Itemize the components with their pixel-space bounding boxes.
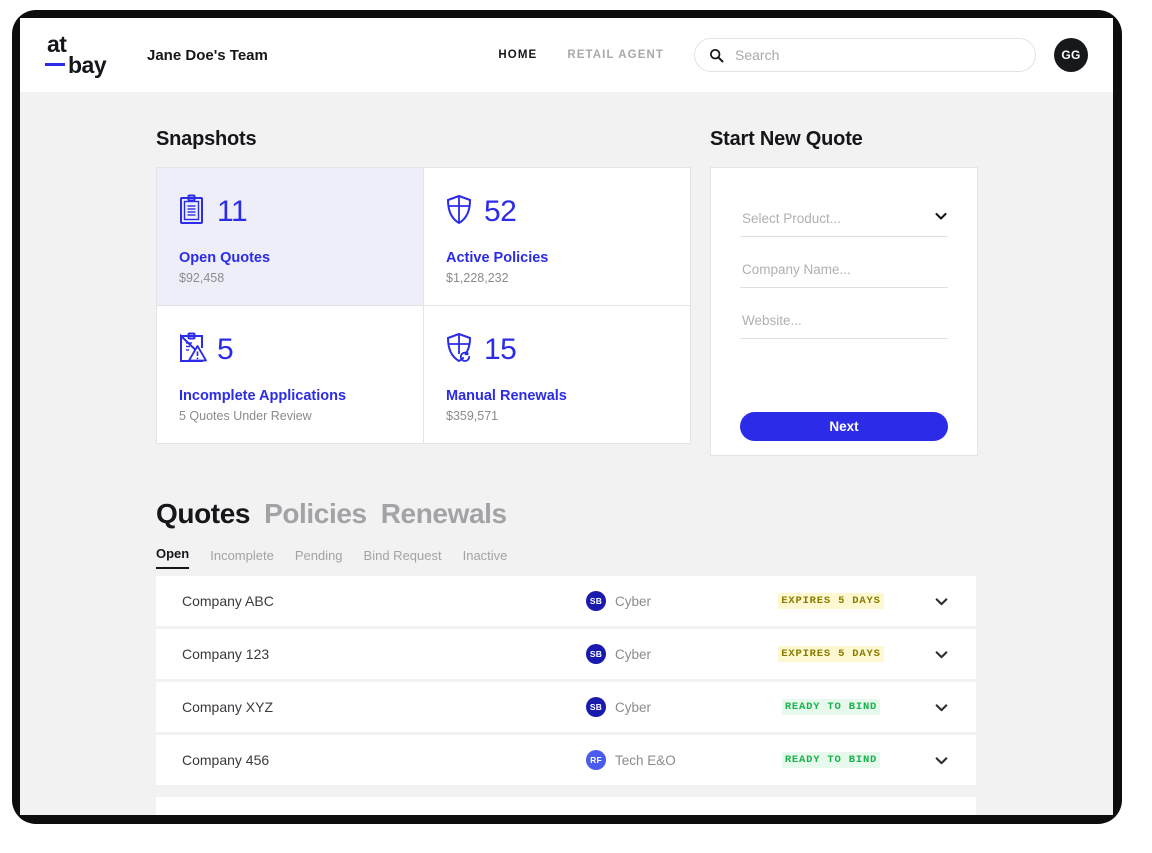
status-badge: READY TO BIND [756,699,906,715]
logo-underline [45,62,65,66]
snapshots-title: Snapshots [156,128,257,150]
snapshot-label: Incomplete Applications [179,388,347,404]
row-company-name: Company XYZ [182,699,274,715]
new-quote-title: Start New Quote [710,128,863,150]
tab-policies[interactable]: Policies [264,498,367,530]
page-content: Snapshots 11 Open Quotes $92,458 52 Acti… [20,92,1113,815]
status-badge-text: EXPIRES 5 DAYS [778,593,884,609]
row-product-name: Cyber [615,646,652,662]
subtab-open[interactable]: Open [156,546,190,569]
atbay-logo[interactable]: at bay [45,33,111,77]
shield-refresh-icon [446,332,475,369]
top-navigation-bar: at bay Jane Doe's Team HOME RETAIL AGENT… [20,18,1113,92]
app-viewport: at bay Jane Doe's Team HOME RETAIL AGENT… [20,18,1113,815]
quote-detail-panel: GG Cyber PREMIUM AG. LIMIT RETENTION [156,797,976,815]
subtab-incomplete[interactable]: Incomplete [210,548,274,569]
table-row[interactable]: Company 456 RF Tech E&O READY TO BIND [156,735,976,785]
company-name-field[interactable] [740,261,952,288]
row-expand-button[interactable] [906,647,976,662]
status-badge: EXPIRES 5 DAYS [756,646,906,662]
snapshot-card-incomplete-applications[interactable]: 5 Incomplete Applications 5 Quotes Under… [157,306,423,443]
row-company-name: Company 123 [182,646,270,662]
subtab-pending[interactable]: Pending [295,548,343,569]
snapshots-section: Snapshots 11 Open Quotes $92,458 52 Acti… [156,128,691,456]
product-select-input[interactable] [740,210,952,227]
nav-links: HOME RETAIL AGENT [498,49,664,61]
subtab-bind-request[interactable]: Bind Request [364,548,442,569]
row-avatar: SB [586,697,606,717]
row-company-name: Company 456 [182,752,270,768]
row-product: SB Cyber [586,697,756,717]
snapshot-label: Open Quotes [179,250,271,266]
product-select-field[interactable] [740,209,952,237]
row-product: SB Cyber [586,591,756,611]
team-name: Jane Doe's Team [147,46,268,64]
upper-section: Snapshots 11 Open Quotes $92,458 52 Acti… [20,92,1113,456]
snapshot-card-manual-renewals[interactable]: 15 Manual Renewals $359,571 [424,306,690,443]
chevron-down-icon [935,650,947,658]
chevron-down-icon [935,597,947,605]
snapshot-grid: 11 Open Quotes $92,458 52 Active Policie… [156,167,691,444]
row-product: SB Cyber [586,644,756,664]
table-row[interactable]: Company XYZ SB Cyber READY TO BIND [156,682,976,732]
snapshot-count: 11 [217,195,248,228]
snapshot-subtext: 5 Quotes Under Review [179,409,312,423]
logo-text-bay: bay [68,52,107,78]
quote-rows: Company ABC SB Cyber EXPIRES 5 DAYS Comp… [156,576,976,815]
tab-quotes[interactable]: Quotes [156,498,250,530]
company-name-input[interactable] [740,261,952,278]
snapshot-subtext: $92,458 [179,271,225,285]
row-expand-button[interactable] [906,753,976,768]
snapshot-card-open-quotes[interactable]: 11 Open Quotes $92,458 [157,168,423,305]
shield-icon [446,194,475,231]
main-tabs: Quotes Policies Renewals [156,498,1113,530]
next-button[interactable]: Next [740,412,948,441]
row-product-name: Cyber [615,593,652,609]
search-box[interactable] [694,38,1036,72]
snapshot-label: Manual Renewals [446,388,567,404]
row-expand-button[interactable] [906,594,976,609]
table-row[interactable]: Company 123 SB Cyber EXPIRES 5 DAYS [156,629,976,679]
status-badge: READY TO BIND [756,752,906,768]
row-product-name: Tech E&O [615,752,676,768]
row-product: RF Tech E&O [586,750,756,770]
status-badge-text: EXPIRES 5 DAYS [778,646,884,662]
snapshot-subtext: $359,571 [446,409,499,423]
chevron-down-icon [935,703,947,711]
new-quote-section: Start New Quote Select Product... Compan… [710,128,978,456]
search-input[interactable] [733,46,1007,64]
website-field[interactable] [740,312,952,339]
nav-item-home[interactable]: HOME [498,49,537,61]
row-product-name: Cyber [615,699,652,715]
status-badge: EXPIRES 5 DAYS [756,593,906,609]
row-avatar: SB [586,591,606,611]
chevron-down-icon [935,756,947,764]
row-avatar: SB [586,644,606,664]
snapshot-card-active-policies[interactable]: 52 Active Policies $1,228,232 [424,168,690,305]
new-quote-panel: Next [710,167,978,456]
tab-renewals[interactable]: Renewals [381,498,507,530]
chevron-down-icon[interactable] [934,209,948,228]
website-input[interactable] [740,312,952,329]
search-icon [709,48,724,63]
snapshot-label: Active Policies [446,250,549,266]
sub-tabs: Open Incomplete Pending Bind Request Ina… [156,546,1113,569]
user-avatar[interactable]: GG [1054,38,1088,72]
row-avatar: RF [586,750,606,770]
status-badge-text: READY TO BIND [781,752,881,768]
snapshot-count: 52 [484,195,517,228]
nav-item-retail-agent[interactable]: RETAIL AGENT [567,49,664,61]
row-expand-button[interactable] [906,700,976,715]
status-badge-text: READY TO BIND [781,699,881,715]
subtab-inactive[interactable]: Inactive [463,548,508,569]
row-company-name: Company ABC [182,593,274,609]
snapshot-count: 15 [484,333,517,366]
clipboard-icon [179,194,208,231]
table-row[interactable]: Company ABC SB Cyber EXPIRES 5 DAYS [156,576,976,626]
snapshot-count: 5 [217,333,234,366]
snapshot-subtext: $1,228,232 [446,271,509,285]
listing-section: Quotes Policies Renewals Open Incomplete… [20,456,1113,815]
clipboard-warning-icon [179,332,208,369]
